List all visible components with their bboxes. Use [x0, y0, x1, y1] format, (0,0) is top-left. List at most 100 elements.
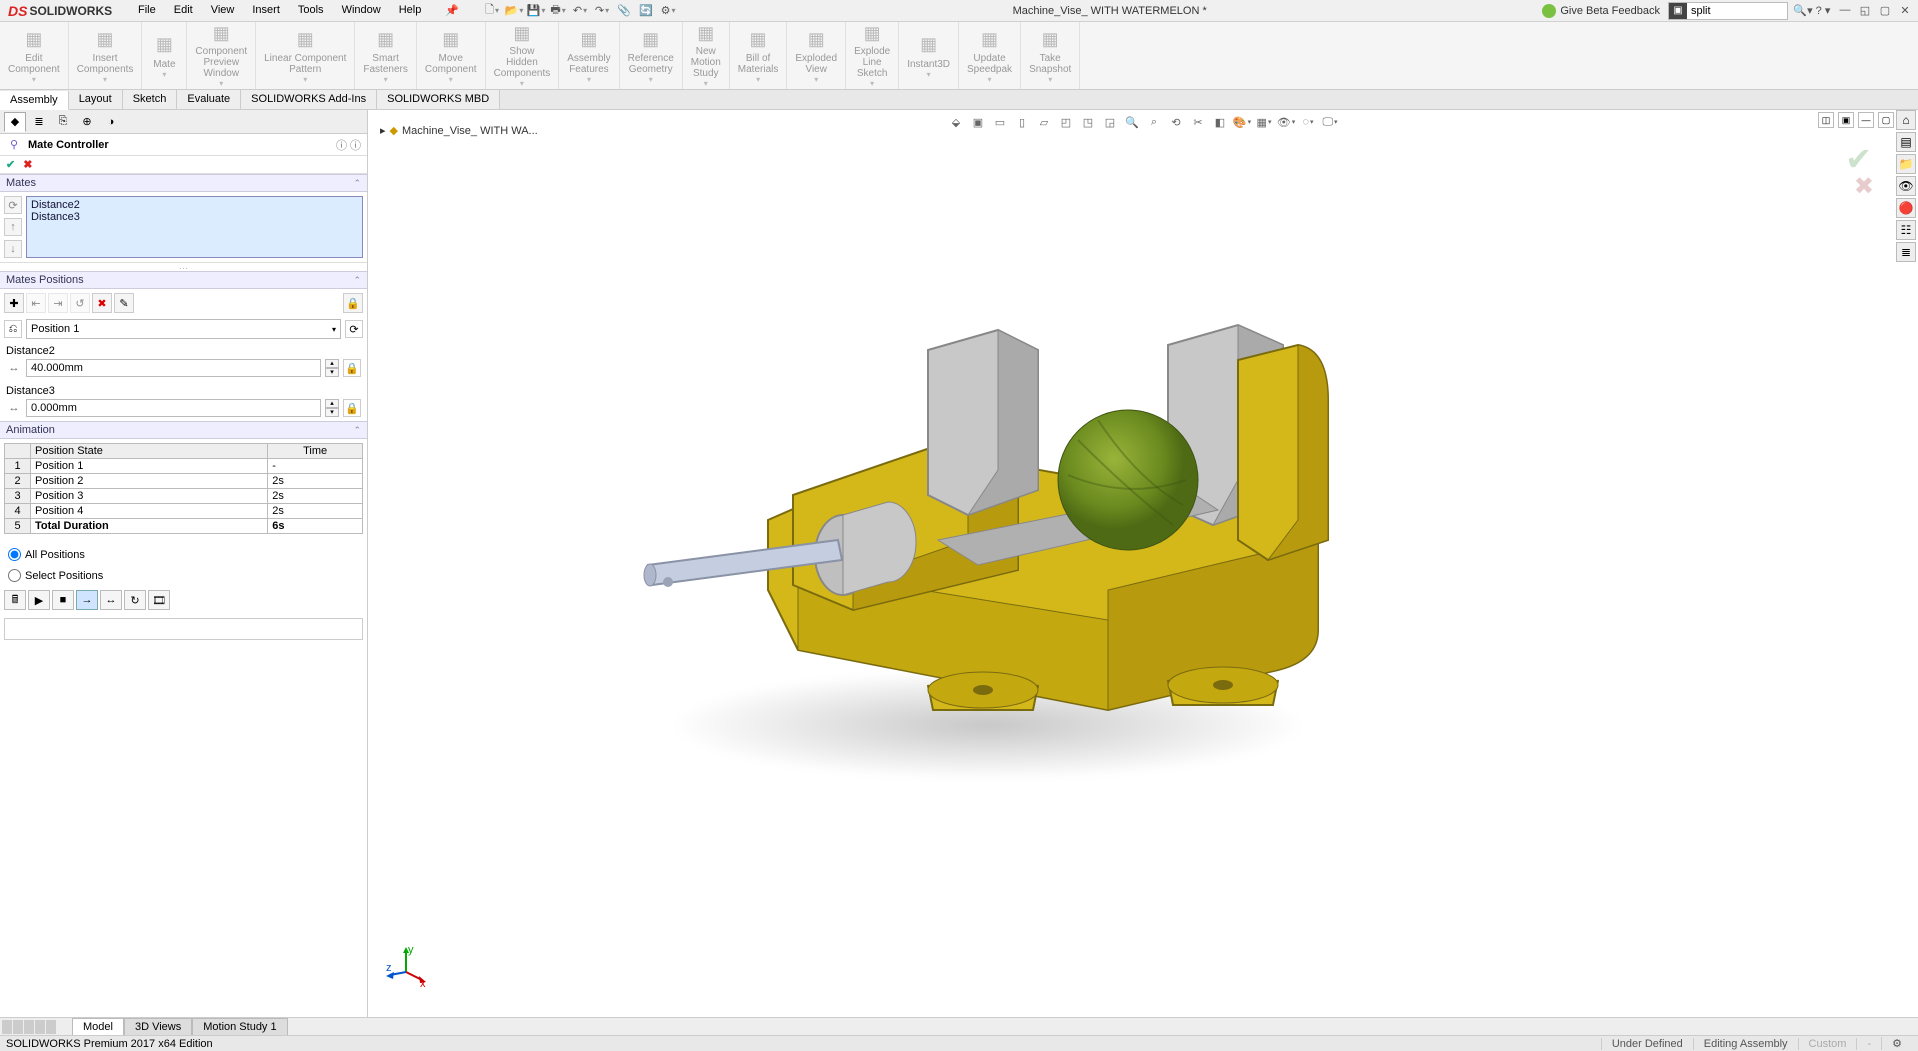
reciprocate-icon[interactable]: ↔	[100, 590, 122, 610]
ribbon-instant-d[interactable]: ▦Instant3D▾	[899, 22, 959, 89]
refresh-position-icon[interactable]: ⟳	[345, 320, 363, 338]
scene-icon[interactable]: ▦	[1254, 112, 1274, 132]
position-dropdown[interactable]: Position 1 ▾	[26, 319, 341, 339]
ribbon-edit-component[interactable]: ▦EditComponent▾	[0, 22, 69, 89]
cmtab-evaluate[interactable]: Evaluate	[177, 90, 241, 109]
tab-3dviews[interactable]: 3D Views	[124, 1018, 192, 1035]
ribbon-bill-of-materials[interactable]: ▦Bill ofMaterials▾	[730, 22, 788, 89]
mates-listbox[interactable]: Distance2 Distance3	[26, 196, 363, 258]
mate-item[interactable]: Distance2	[31, 199, 358, 211]
view-disp-icon[interactable]: ◧	[1210, 112, 1230, 132]
gfx-max-icon[interactable]: ▢	[1878, 112, 1894, 128]
confirm-corner-cancel-icon[interactable]: ✖	[1854, 172, 1874, 201]
search-scope-icon[interactable]: ▣	[1669, 3, 1687, 19]
mate-item[interactable]: Distance3	[31, 211, 358, 223]
view-prev-icon[interactable]: ⟲	[1166, 112, 1186, 132]
moveup-icon[interactable]: ↑	[4, 218, 22, 236]
close-icon[interactable]: ✕	[1896, 4, 1914, 17]
distance2-lock-icon[interactable]: 🔒	[343, 359, 361, 377]
ribbon-insert-components[interactable]: ▦InsertComponents▾	[69, 22, 143, 89]
tab-display-icon[interactable]: ◑	[100, 112, 122, 132]
view-side-icon[interactable]: ▯	[1012, 112, 1032, 132]
redo-icon[interactable]: ↷	[593, 2, 611, 20]
view-orientation-icon[interactable]: ⬙	[946, 112, 966, 132]
anim-row[interactable]: 5Total Duration6s	[5, 519, 363, 534]
save-icon[interactable]: 💾	[527, 2, 545, 20]
menu-view[interactable]: View	[203, 1, 243, 20]
savevideo-icon[interactable]: 🎞	[148, 590, 170, 610]
taskpane-appearance-icon[interactable]: 🔴	[1896, 198, 1916, 218]
menu-edit[interactable]: Edit	[166, 1, 201, 20]
playnormal-icon[interactable]: →	[76, 590, 98, 610]
view-iso-icon[interactable]: ◰	[1056, 112, 1076, 132]
view-settings-icon[interactable]: 👁	[1276, 112, 1296, 132]
cmtab-assembly[interactable]: Assembly	[0, 91, 69, 110]
radio-select-positions[interactable]: Select Positions	[0, 565, 367, 586]
ribbon-exploded-view[interactable]: ▦ExplodedView▾	[787, 22, 846, 89]
taskpane-resources-icon[interactable]: ▤	[1896, 132, 1916, 152]
tab-dimxpert-icon[interactable]: ⊕	[76, 112, 98, 132]
ribbon-explode-line-sketch[interactable]: ▦ExplodeLineSketch▾	[846, 22, 899, 89]
distance3-spinner[interactable]: ▴▾	[325, 399, 339, 417]
open-icon[interactable]: 📂	[505, 2, 523, 20]
attach-icon[interactable]: 📎	[615, 2, 633, 20]
ok-icon[interactable]: ✔	[6, 158, 15, 171]
maximize-icon[interactable]: ▢	[1876, 4, 1894, 17]
distance3-lock-icon[interactable]: 🔒	[343, 399, 361, 417]
search-icon[interactable]: 🔍▾	[1792, 4, 1814, 17]
ribbon-mate[interactable]: ▦Mate▾	[142, 22, 187, 89]
radio-all-positions[interactable]: All Positions	[0, 544, 367, 565]
status-gear-icon[interactable]: ⚙	[1881, 1037, 1912, 1050]
edit-position-icon[interactable]: ✎	[114, 293, 134, 313]
section-positions-header[interactable]: Mates Positions ⌃	[0, 271, 367, 289]
distance2-spinner[interactable]: ▴▾	[325, 359, 339, 377]
menu-tools[interactable]: Tools	[290, 1, 332, 20]
view-front-icon[interactable]: ▭	[990, 112, 1010, 132]
anim-row[interactable]: 2Position 22s	[5, 474, 363, 489]
view-zfit-icon[interactable]: 🔍	[1122, 112, 1142, 132]
prev-position-icon[interactable]: ⇤	[26, 293, 46, 313]
collect-mates-icon[interactable]: ⟳	[4, 196, 22, 214]
radio-all-input[interactable]	[8, 548, 21, 561]
gfx-dock-icon[interactable]: ◫	[1818, 112, 1834, 128]
play-icon[interactable]: ▶	[28, 590, 50, 610]
ribbon-new-motion-study[interactable]: ▦NewMotionStudy▾	[683, 22, 730, 89]
ribbon-show-hidden-components[interactable]: ▦ShowHiddenComponents▾	[486, 22, 560, 89]
tab-propertymanager-icon[interactable]: ◆	[4, 112, 26, 132]
loop-icon[interactable]: ↻	[124, 590, 146, 610]
menu-insert[interactable]: Insert	[244, 1, 288, 20]
search-box[interactable]: ▣	[1668, 2, 1788, 20]
delete-position-icon[interactable]: ✖	[92, 293, 112, 313]
orientation-triad[interactable]: y x z	[386, 947, 426, 987]
add-position-icon[interactable]: ✚	[4, 293, 24, 313]
distance3-input[interactable]	[26, 399, 321, 417]
ribbon-take-snapshot[interactable]: ▦TakeSnapshot▾	[1021, 22, 1080, 89]
expand-icon[interactable]: ▸	[380, 124, 386, 137]
stop-icon[interactable]: ■	[52, 590, 74, 610]
tab-motionstudy[interactable]: Motion Study 1	[192, 1018, 287, 1035]
view-zarea-icon[interactable]: ⌕	[1144, 112, 1164, 132]
search-input[interactable]	[1687, 5, 1757, 17]
resize-grip-icon[interactable]: ⋯	[0, 263, 367, 271]
view-sect-icon[interactable]: ◳	[1078, 112, 1098, 132]
distance2-input[interactable]	[26, 359, 321, 377]
view-top-icon[interactable]: ▱	[1034, 112, 1054, 132]
hide-show-icon[interactable]: ◌	[1298, 112, 1318, 132]
taskpane-view-icon[interactable]: 👁	[1896, 176, 1916, 196]
view-sectionv-icon[interactable]: ✂	[1188, 112, 1208, 132]
restore-icon[interactable]: ◱	[1856, 4, 1874, 17]
ribbon-move-component[interactable]: ▦MoveComponent▾	[417, 22, 486, 89]
view-ww-icon[interactable]: ◲	[1100, 112, 1120, 132]
cancel-icon[interactable]: ✖	[23, 158, 32, 171]
ribbon-assembly-features[interactable]: ▦AssemblyFeatures▾	[559, 22, 619, 89]
help-dropdown-icon[interactable]: ? ▾	[1814, 4, 1832, 17]
section-animation-header[interactable]: Animation ⌃	[0, 421, 367, 439]
new-icon[interactable]: 🗋	[483, 2, 501, 20]
lockall-icon[interactable]: 🔒	[343, 293, 363, 313]
ribbon-component-preview-window[interactable]: ▦ComponentPreviewWindow▾	[187, 22, 256, 89]
rebuild-icon[interactable]: 🔄	[637, 2, 655, 20]
apply-scene-icon[interactable]: 🖵	[1320, 112, 1340, 132]
menu-help[interactable]: Help	[391, 1, 430, 20]
animation-table[interactable]: Position State Time 1Position 1-2Positio…	[4, 443, 363, 534]
vise-model[interactable]	[628, 290, 1348, 720]
